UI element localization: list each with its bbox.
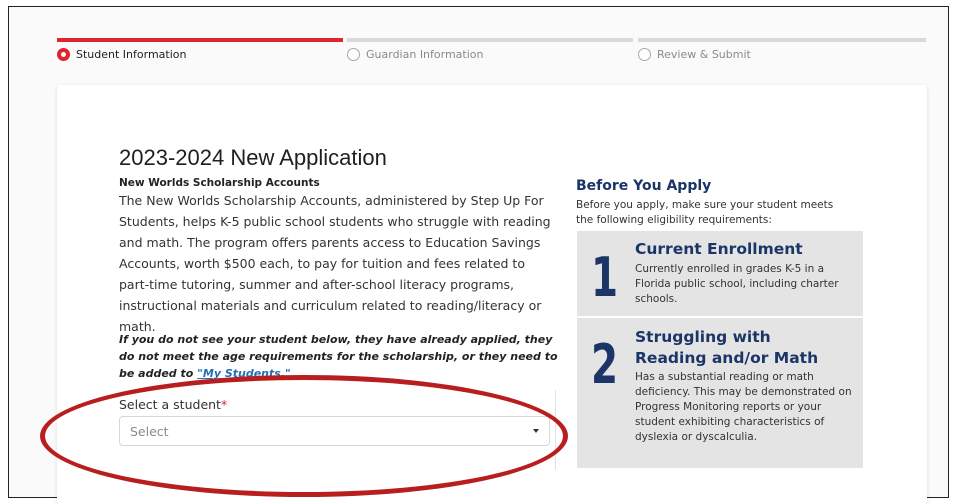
step-radio-icon bbox=[638, 48, 651, 61]
step-label: Review & Submit bbox=[657, 48, 751, 61]
requirement-title: Current Enrollment bbox=[635, 240, 803, 258]
requirement-text: Has a substantial reading or math defici… bbox=[635, 371, 852, 443]
program-subtitle: New Worlds Scholarship Accounts bbox=[119, 177, 320, 189]
step-radio-icon bbox=[347, 48, 360, 61]
step-progress-bar-3 bbox=[638, 38, 926, 42]
step-guardian-information[interactable]: Guardian Information bbox=[347, 48, 484, 61]
requirement-number: 1 bbox=[591, 246, 619, 309]
step-label: Guardian Information bbox=[366, 48, 484, 61]
select-placeholder: Select bbox=[130, 423, 169, 439]
step-review-submit[interactable]: Review & Submit bbox=[638, 48, 751, 61]
step-progress-bar-2 bbox=[347, 38, 633, 42]
step-progress-bar-active bbox=[57, 38, 343, 42]
my-students-link[interactable]: "My Students." bbox=[197, 367, 291, 380]
program-description: The New Worlds Scholarship Accounts, adm… bbox=[119, 193, 551, 334]
required-marker: * bbox=[220, 397, 228, 412]
student-note-text: If you do not see your student below, th… bbox=[119, 333, 558, 380]
column-divider bbox=[555, 390, 556, 470]
page-title: 2023-2024 New Application bbox=[119, 145, 387, 170]
requirement-number: 2 bbox=[591, 333, 619, 396]
before-you-apply-title: Before You Apply bbox=[576, 178, 712, 194]
requirement-card-1: 1 Current Enrollment Currently enrolled … bbox=[577, 231, 863, 316]
student-note: If you do not see your student below, th… bbox=[119, 331, 559, 382]
select-student-label-text: Select a student bbox=[119, 397, 221, 412]
requirement-card-2: 2 Struggling with Reading and/or Math Ha… bbox=[577, 318, 863, 468]
caret-down-icon bbox=[533, 429, 539, 433]
requirement-text: Currently enrolled in grades K-5 in a Fl… bbox=[635, 263, 839, 305]
select-student-label: Select a student* bbox=[119, 397, 227, 412]
step-label: Student Information bbox=[76, 48, 187, 61]
before-you-apply-text: Before you apply, make sure your student… bbox=[576, 199, 834, 226]
requirement-title: Struggling with Reading and/or Math bbox=[635, 328, 819, 367]
step-student-information[interactable]: Student Information bbox=[57, 48, 186, 61]
step-active-radio-icon bbox=[57, 48, 70, 61]
select-student-dropdown[interactable]: Select bbox=[119, 416, 550, 446]
